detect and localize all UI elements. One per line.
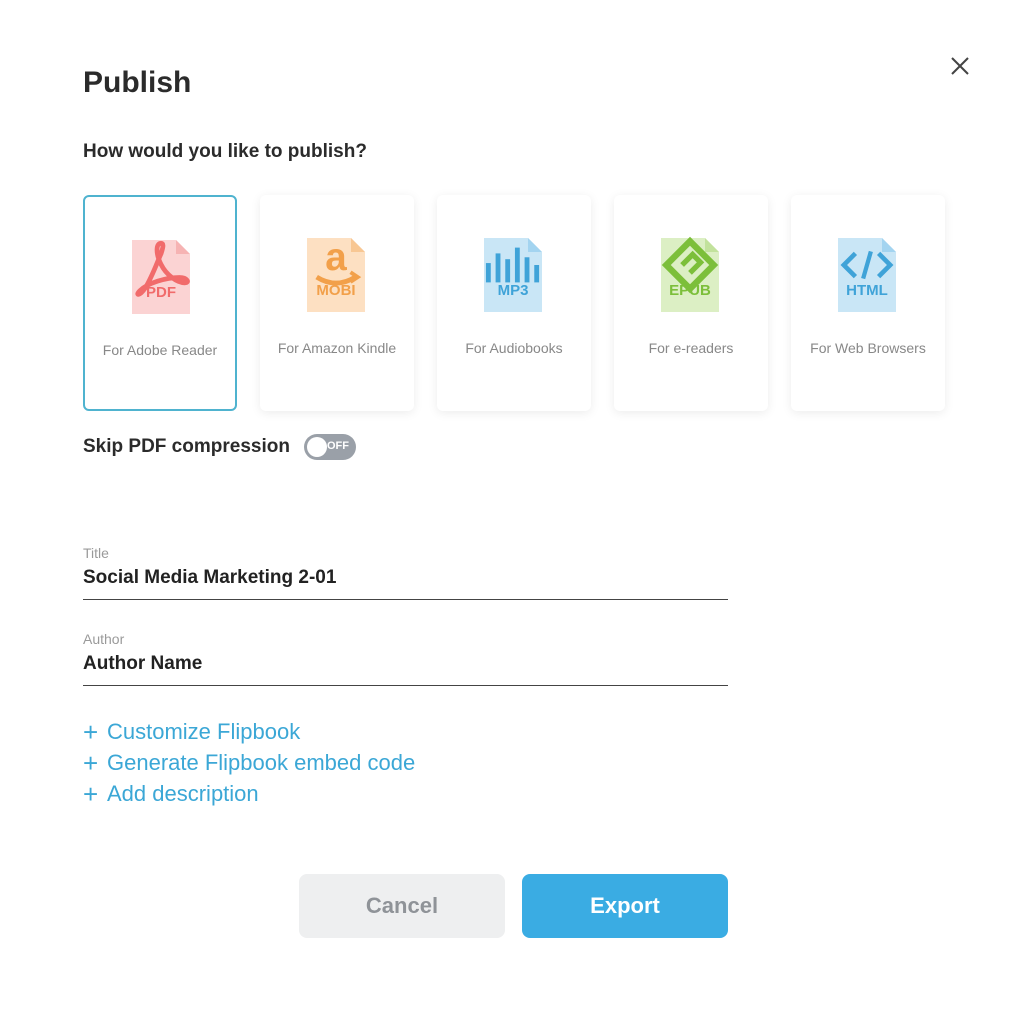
author-label: Author	[83, 631, 125, 647]
svg-text:a: a	[325, 236, 347, 279]
code-icon	[838, 250, 896, 280]
format-description: For e-readers	[648, 340, 734, 356]
title-label: Title	[83, 545, 109, 561]
epub-icon	[661, 236, 719, 294]
format-description: For Audiobooks	[465, 340, 563, 356]
pdf-icon	[132, 240, 190, 297]
skip-compression-row: Skip PDF compression OFF	[83, 434, 356, 460]
option-links: + Customize Flipbook + Generate Flipbook…	[83, 716, 415, 809]
amazon-icon: a	[307, 236, 365, 286]
title-field: Title	[83, 545, 728, 600]
pdf-file-icon: PDF	[132, 240, 190, 314]
generate-embed-code-text: Generate Flipbook embed code	[107, 749, 416, 775]
format-card-html[interactable]: HTML For Web Browsers	[791, 195, 945, 411]
format-description: For Amazon Kindle	[277, 340, 397, 356]
customize-flipbook-text: Customize Flipbook	[107, 718, 301, 744]
format-label: MOBI	[316, 282, 356, 299]
toggle-knob	[306, 437, 327, 457]
author-field: Author	[83, 631, 728, 686]
plus-icon: +	[83, 716, 99, 747]
mobi-file-icon: a MOBI	[307, 236, 365, 312]
html-file-icon: HTML	[838, 238, 896, 312]
format-card-epub[interactable]: EPUB For e-readers	[614, 195, 768, 411]
format-description: For Adobe Reader	[102, 342, 218, 358]
close-icon	[951, 57, 969, 75]
publish-question: How would you like to publish?	[83, 141, 367, 162]
title-input[interactable]	[83, 563, 728, 600]
plus-icon: +	[83, 778, 99, 809]
add-description-text: Add description	[107, 780, 259, 806]
format-label: PDF	[146, 284, 176, 301]
publish-dialog: Publish How would you like to publish? P…	[0, 0, 1024, 1018]
skip-compression-toggle[interactable]: OFF	[303, 434, 356, 460]
toggle-state: OFF	[326, 440, 349, 452]
generate-embed-code-link[interactable]: + Generate Flipbook embed code	[83, 747, 415, 778]
skip-compression-label: Skip PDF compression	[83, 436, 290, 457]
author-input[interactable]	[83, 649, 728, 686]
format-card-pdf[interactable]: PDF For Adobe Reader	[83, 195, 237, 411]
format-label: EPUB	[669, 282, 711, 299]
audio-bars-icon	[484, 247, 542, 283]
add-description-link[interactable]: + Add description	[83, 778, 415, 809]
format-options: PDF For Adobe Reader a MOBI For Amazon K…	[83, 195, 945, 411]
epub-file-icon: EPUB	[661, 236, 719, 312]
format-label: MP3	[497, 282, 529, 299]
mp3-file-icon: MP3	[484, 238, 542, 312]
export-button[interactable]: Export	[522, 874, 728, 938]
plus-icon: +	[83, 747, 99, 778]
customize-flipbook-link[interactable]: + Customize Flipbook	[83, 716, 415, 747]
cancel-button[interactable]: Cancel	[299, 874, 505, 938]
format-label: HTML	[846, 282, 888, 299]
close-button[interactable]	[946, 52, 974, 80]
format-card-mobi[interactable]: a MOBI For Amazon Kindle	[260, 195, 414, 411]
format-card-mp3[interactable]: MP3 For Audiobooks	[437, 195, 591, 411]
format-description: For Web Browsers	[810, 340, 926, 356]
dialog-title: Publish	[83, 66, 192, 99]
